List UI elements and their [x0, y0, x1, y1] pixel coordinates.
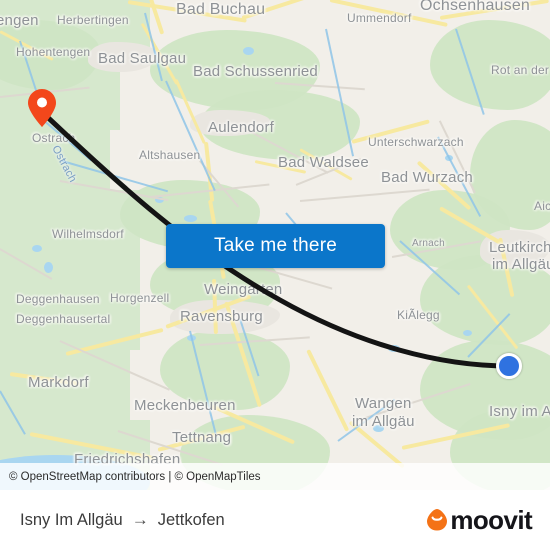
page-footer: Isny Im Allgäu → Jettkofen moovit — [0, 490, 550, 550]
destination-pin-marker[interactable] — [27, 88, 57, 128]
destination-label: Jettkofen — [157, 510, 225, 529]
moovit-logo[interactable]: moovit — [426, 504, 533, 536]
map-canvas[interactable]: engen Herbertingen Bad Buchau Ummendorf Ochs… — [0, 0, 550, 490]
attribution-text: © OpenStreetMap contributors | © OpenMap… — [9, 470, 261, 483]
origin-dot-marker[interactable] — [496, 353, 522, 379]
origin-label: Isny Im Allgäu — [20, 510, 123, 529]
arrow-right-icon: → — [131, 510, 149, 529]
moovit-wordmark: moovit — [450, 504, 532, 535]
moovit-route-page: engen Herbertingen Bad Buchau Ummendorf Ochs… — [0, 0, 550, 550]
journey-summary: Isny Im Allgäu → Jettkofen — [20, 510, 225, 530]
take-me-there-button[interactable]: Take me there — [166, 224, 385, 268]
map-attribution: © OpenStreetMap contributors | © OpenMap… — [0, 463, 550, 490]
moovit-pin-icon — [426, 508, 448, 532]
